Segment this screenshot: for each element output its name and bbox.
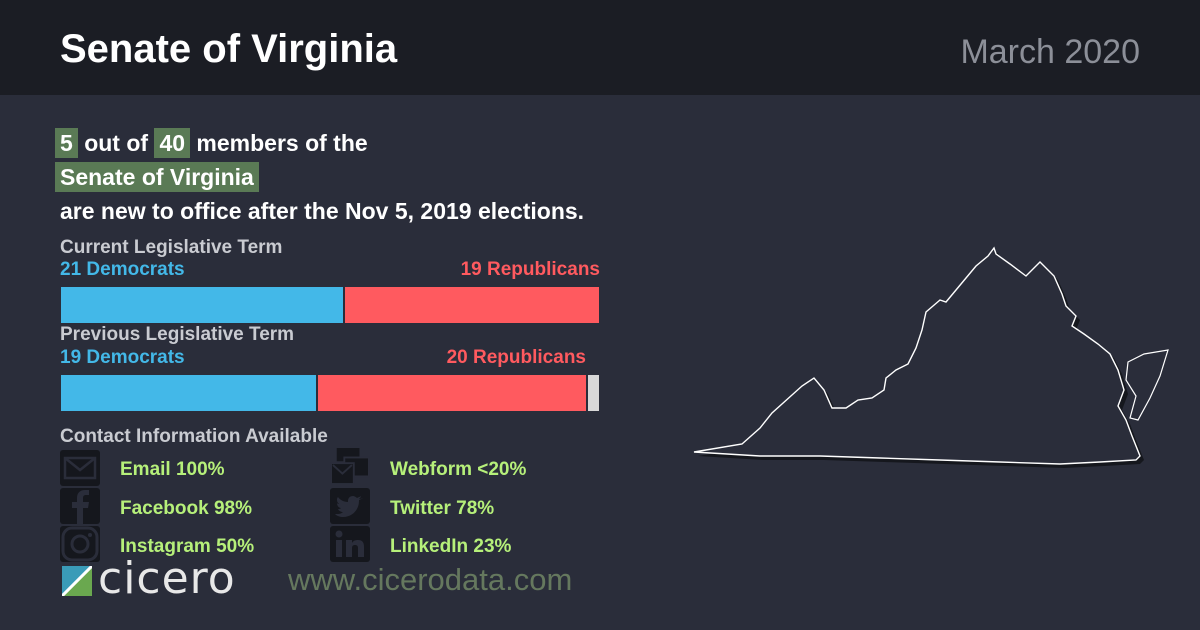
previous-dem-segment [60,374,317,412]
cicero-logo-icon [62,566,92,596]
virginia-map-outline [693,246,1169,468]
infographic: Senate of Virginia March 2020 5 out of 4… [0,0,1200,630]
previous-dem-label: 19 Democrats [60,347,185,368]
previous-rep-label: 20 Republicans [446,347,586,368]
date-label: March 2020 [960,33,1140,71]
facebook-label: Facebook 98% [120,498,252,519]
email-label: Email 100% [120,459,225,480]
cicero-logo-text: cicero [98,553,236,604]
new-count-highlight: 5 [55,128,78,158]
previous-vacant-segment [586,374,600,412]
twitter-label: Twitter 78% [390,498,495,519]
webform-icon [330,448,370,484]
headline-line-2: Senate of Virginia [55,160,584,194]
chamber-highlight: Senate of Virginia [55,162,259,192]
page-title: Senate of Virginia [60,27,398,71]
headline: 5 out of 40 members of the Senate of Vir… [55,126,584,228]
current-rep-label: 19 Republicans [460,259,600,280]
webform-label: Webform <20% [390,459,527,480]
website-url[interactable]: www.cicerodata.com [288,562,572,598]
current-rep-segment [343,286,600,324]
current-dem-label: 21 Democrats [60,259,185,280]
contact-title: Contact Information Available [60,426,328,447]
previous-term-label: Previous Legislative Term [60,324,295,345]
previous-rep-segment [316,374,587,412]
current-dem-segment [60,286,344,324]
total-count-highlight: 40 [154,128,191,158]
headline-line-1: 5 out of 40 members of the [55,126,584,160]
members-of-the-text: members of the [196,130,368,156]
out-of-text: out of [84,130,149,156]
linkedin-icon [330,526,370,562]
facebook-icon [60,488,100,524]
header-bar: Senate of Virginia March 2020 [0,0,1200,95]
current-term-label: Current Legislative Term [60,237,283,258]
current-term-bar [60,286,600,324]
email-icon [60,450,100,486]
previous-term-bar [60,374,600,412]
linkedin-label: LinkedIn 23% [390,536,512,557]
twitter-icon [330,488,370,524]
headline-suffix: are new to office after the Nov 5, 2019 … [60,198,585,224]
cicero-logo[interactable]: cicero [62,554,272,604]
instagram-icon [60,526,100,562]
